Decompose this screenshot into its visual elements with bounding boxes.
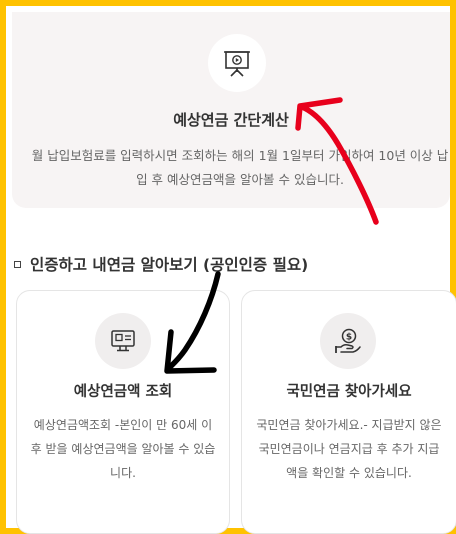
simple-pension-calc-card[interactable]: 예상연금 간단계산 월 납입보험료를 입력하시면 조회하는 해의 1월 1일부터… [12, 12, 450, 208]
find-national-pension-card[interactable]: $ 국민연금 찾아가세요 국민연금 찾아가세요.- 지급받지 않은 국민연금이나… [241, 290, 456, 534]
simple-pension-calc-description: 월 납입보험료를 입력하시면 조회하는 해의 1월 1일부터 가입하여 10년 … [31, 148, 449, 187]
section-title: 인증하고 내연금 알아보기 (공인인증 필요) [30, 256, 309, 274]
expected-pension-lookup-card[interactable]: 예상연금액 조회 예상연금액조회 -본인이 만 60세 이후 받을 예상연금액을… [16, 290, 230, 534]
svg-text:$: $ [346, 333, 352, 343]
find-national-pension-title: 국민연금 찾아가세요 [286, 384, 412, 400]
expected-pension-lookup-description: 예상연금액조회 -본인이 만 60세 이후 받을 예상연금액을 알아볼 수 있습… [30, 418, 216, 480]
presentation-board-icon [208, 34, 266, 92]
square-bullet-icon [14, 260, 21, 268]
simple-pension-calc-title: 예상연금 간단계산 [173, 111, 289, 129]
hand-coin-icon: $ [320, 313, 376, 369]
section-heading: 인증하고 내연금 알아보기 (공인인증 필요) [14, 250, 308, 278]
monitor-chart-icon [95, 313, 151, 369]
screenshot-frame: 예상연금 간단계산 월 납입보험료를 입력하시면 조회하는 해의 1월 1일부터… [0, 0, 456, 534]
find-national-pension-description: 국민연금 찾아가세요.- 지급받지 않은 국민연금이나 연금지급 후 추가 지급… [256, 418, 442, 480]
expected-pension-lookup-title: 예상연금액 조회 [73, 384, 173, 400]
